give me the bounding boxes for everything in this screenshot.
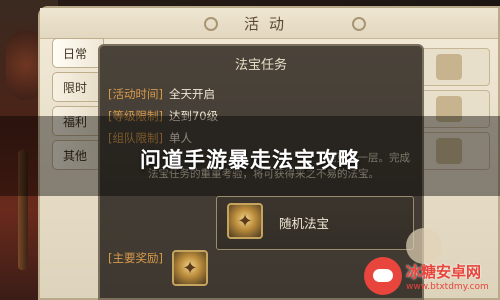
item-icon [436,54,462,80]
watermark-logo-icon [364,257,402,295]
panel-title: 法宝任务 [234,58,287,73]
main-reward-label: [主要奖励] [108,251,163,265]
reward-item-box[interactable]: ✦ 随机法宝 [216,196,414,250]
game-scene: 活动 日常 限时 福利 其他 法宝任务 [活动时间] 全天开启 [等级限制] 达… [0,0,500,300]
treasure-gourd-icon: ✦ [227,203,263,239]
watermark-url: www.btxtdmy.com [406,281,489,292]
reward-item-name: 随机法宝 [279,216,330,231]
info-key: [活动时间] [108,87,163,101]
watermark-title: 冰糖安卓网 [406,262,482,281]
title-ornament-icon [204,17,218,31]
title-ornament-icon [352,17,366,31]
tab-limited[interactable]: 限时 [52,72,104,102]
watermark: 冰糖安卓网 www.btxtdmy.com [364,256,496,296]
info-row-time: [活动时间] 全天开启 [108,86,215,102]
window-title: 活动 [40,8,498,39]
tab-daily[interactable]: 日常 [52,38,104,68]
info-value: 全天开启 [168,87,215,101]
main-reward-gourd-icon[interactable]: ✦ [172,250,208,286]
banner-title: 问道手游暴走法宝攻略 [140,148,360,172]
